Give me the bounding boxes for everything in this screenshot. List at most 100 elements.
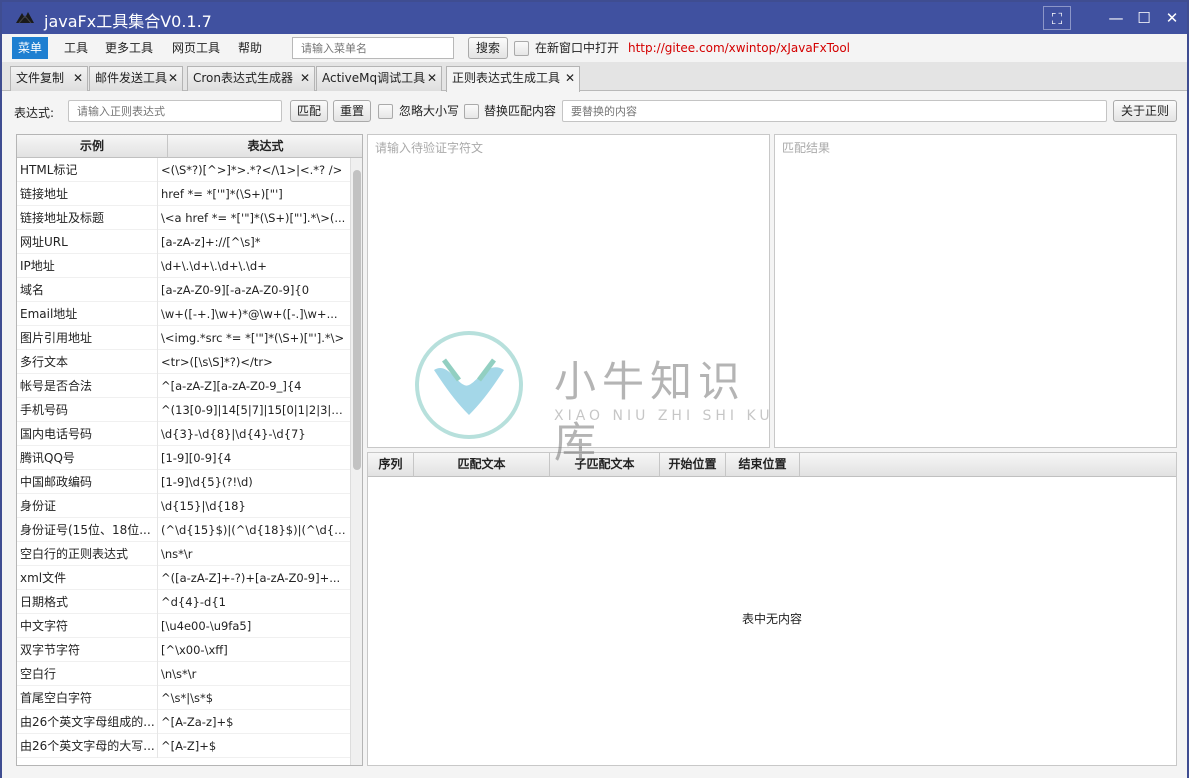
- match-result-placeholder: 匹配结果: [782, 141, 831, 155]
- replace-input[interactable]: [562, 100, 1107, 122]
- tab-label: 文件复制: [16, 71, 65, 85]
- tab-activemq-debug[interactable]: ActiveMq调试工具 ✕: [316, 66, 442, 91]
- ignore-case-label: 忽略大小写: [399, 104, 460, 118]
- app-window: javaFx工具集合V0.1.7 ⛶ — ☐ ✕ 菜单 工具 更多工具 网页工具…: [0, 0, 1189, 778]
- example-name-cell: 日期格式: [20, 595, 69, 609]
- close-icon[interactable]: ✕: [73, 67, 83, 90]
- tab-cron-generator[interactable]: Cron表达式生成器 ✕: [187, 66, 315, 91]
- gitee-link[interactable]: http://gitee.com/xwintop/xJavaFxTool: [628, 41, 850, 55]
- table-row[interactable]: HTML标记 <(\S*?)[^>]*>.*?</\1>|<.*? />: [17, 158, 351, 182]
- expression-input[interactable]: [68, 100, 282, 122]
- table-row[interactable]: 多行文本 <tr>([\s\S]*?)</tr>: [17, 350, 351, 374]
- match-button[interactable]: 匹配: [290, 100, 328, 122]
- table-row[interactable]: 由26个英文字母组成的... ^[A-Za-z]+$: [17, 710, 351, 734]
- example-name-cell: 网址URL: [20, 235, 68, 249]
- tab-label: 正则表达式生成工具: [452, 71, 561, 85]
- table-row[interactable]: 帐号是否合法 ^[a-zA-Z][a-zA-Z0-9_]{4: [17, 374, 351, 398]
- example-expression-cell: [1-9]\d{5}(?!\d): [161, 475, 253, 489]
- table-row[interactable]: 腾讯QQ号 [1-9][0-9]{4: [17, 446, 351, 470]
- new-window-label: 在新窗口中打开: [535, 41, 620, 55]
- table-row[interactable]: 身份证 \d{15}|\d{18}: [17, 494, 351, 518]
- example-expression-cell: [1-9][0-9]{4: [161, 451, 232, 465]
- table-row[interactable]: 空白行的正则表达式 \ns*\r: [17, 542, 351, 566]
- tab-label: 邮件发送工具: [95, 71, 168, 85]
- table-row[interactable]: 图片引用地址 \<img.*src *= *['"]*(\S+)["'].*\>: [17, 326, 351, 350]
- menu-bar: 菜单 工具 更多工具 网页工具 帮助 搜索 在新窗口中打开 http://git…: [2, 34, 1187, 62]
- table-row[interactable]: 首尾空白字符 ^\s*|\s*$: [17, 686, 351, 710]
- example-name-cell: 链接地址: [20, 187, 69, 201]
- table-row[interactable]: 手机号码 ^(13[0-9]|14[5|7]|15[0|1|2|3|5...: [17, 398, 351, 422]
- cell-divider: [157, 614, 158, 638]
- example-expression-cell: (^\d{15}$)|(^\d{18}$)|(^\d{17}(d...: [161, 523, 349, 537]
- close-icon[interactable]: ✕: [300, 67, 310, 90]
- table-row[interactable]: 域名 [a-zA-Z0-9][-a-zA-Z0-9]{0: [17, 278, 351, 302]
- example-expression-cell: href *= *['"]*(\S+)["']: [161, 187, 283, 201]
- examples-scrollbar[interactable]: [350, 158, 362, 765]
- table-row[interactable]: 链接地址及标题 \<a href *= *['"]*(\S+)["'].*\>(.…: [17, 206, 351, 230]
- cell-divider: [157, 182, 158, 206]
- example-expression-cell: ^([a-zA-Z]+-?)+[a-zA-Z0-9]+...: [161, 571, 341, 585]
- scrollbar-thumb[interactable]: [353, 170, 361, 470]
- title-bar: javaFx工具集合V0.1.7 ⛶ — ☐ ✕: [2, 2, 1187, 34]
- cell-divider: [157, 158, 158, 182]
- table-row[interactable]: 身份证号(15位、18位... (^\d{15}$)|(^\d{18}$)|(^\…: [17, 518, 351, 542]
- close-icon[interactable]: ✕: [427, 67, 437, 90]
- tab-regex-generator[interactable]: 正则表达式生成工具 ✕: [446, 66, 580, 92]
- menu-item-menu[interactable]: 菜单: [12, 37, 49, 59]
- about-regex-button[interactable]: 关于正则: [1113, 100, 1177, 122]
- replace-checkbox[interactable]: [464, 104, 479, 119]
- table-row[interactable]: 双字节字符 [^\x00-\xff]: [17, 638, 351, 662]
- example-name-cell: 由26个英文字母组成的...: [20, 715, 155, 729]
- cell-divider: [157, 326, 158, 350]
- menu-item-web-tools[interactable]: 网页工具: [166, 37, 226, 59]
- cell-divider: [157, 734, 158, 758]
- example-expression-cell: \<a href *= *['"]*(\S+)["'].*\>(...: [161, 211, 346, 225]
- column-header-match-text[interactable]: 匹配文本: [414, 453, 550, 477]
- menu-search-button[interactable]: 搜索: [468, 37, 508, 59]
- example-name-cell: 帐号是否合法: [20, 379, 93, 393]
- minimize-button[interactable]: —: [1102, 6, 1130, 30]
- cell-divider: [157, 230, 158, 254]
- tab-file-copy[interactable]: 文件复制 ✕: [10, 66, 88, 91]
- example-name-cell: 首尾空白字符: [20, 691, 93, 705]
- menu-item-help[interactable]: 帮助: [232, 37, 268, 59]
- tab-mail-sender[interactable]: 邮件发送工具 ✕: [89, 66, 183, 91]
- example-expression-cell: [^\x00-\xff]: [161, 643, 228, 657]
- fullscreen-icon[interactable]: ⛶: [1043, 6, 1071, 30]
- reset-button[interactable]: 重置: [333, 100, 371, 122]
- replace-label: 替换匹配内容: [484, 104, 557, 118]
- table-row[interactable]: 链接地址 href *= *['"]*(\S+)["']: [17, 182, 351, 206]
- table-row[interactable]: 中文字符 [\u4e00-\u9fa5]: [17, 614, 351, 638]
- menu-item-more-tools[interactable]: 更多工具: [99, 37, 159, 59]
- close-icon[interactable]: ✕: [565, 67, 575, 90]
- column-header-example[interactable]: 示例: [17, 135, 168, 158]
- table-row[interactable]: 国内电话号码 \d{3}-\d{8}|\d{4}-\d{7}: [17, 422, 351, 446]
- table-row[interactable]: xml文件 ^([a-zA-Z]+-?)+[a-zA-Z0-9]+...: [17, 566, 351, 590]
- table-row[interactable]: 中国邮政编码 [1-9]\d{5}(?!\d): [17, 470, 351, 494]
- column-header-index[interactable]: 序列: [368, 453, 414, 477]
- column-header-filler: [800, 453, 1176, 477]
- maximize-button[interactable]: ☐: [1130, 6, 1158, 30]
- close-window-button[interactable]: ✕: [1158, 6, 1186, 30]
- table-row[interactable]: 由26个英文字母的大写... ^[A-Z]+$: [17, 734, 351, 758]
- column-header-expression[interactable]: 表达式: [168, 135, 362, 158]
- new-window-checkbox[interactable]: [514, 41, 529, 56]
- cell-divider: [157, 302, 158, 326]
- menu-item-tools[interactable]: 工具: [58, 37, 94, 59]
- example-name-cell: 图片引用地址: [20, 331, 93, 345]
- table-row[interactable]: 网址URL [a-zA-z]+://[^\s]*: [17, 230, 351, 254]
- table-row[interactable]: 日期格式 ^d{4}-d{1: [17, 590, 351, 614]
- cell-divider: [157, 278, 158, 302]
- input-text-placeholder: 请输入待验证字符文: [375, 141, 484, 155]
- match-result-area[interactable]: 匹配结果: [774, 134, 1177, 448]
- example-name-cell: xml文件: [20, 571, 67, 585]
- menu-search-input[interactable]: [292, 37, 454, 59]
- table-row[interactable]: 空白行 \n\s*\r: [17, 662, 351, 686]
- tab-label: Cron表达式生成器: [193, 71, 293, 85]
- ignore-case-checkbox[interactable]: [378, 104, 393, 119]
- cell-divider: [157, 374, 158, 398]
- table-row[interactable]: Email地址 \w+([-+.]\w+)*@\w+([-.]\w+...: [17, 302, 351, 326]
- close-icon[interactable]: ✕: [168, 67, 178, 90]
- table-row[interactable]: IP地址 \d+\.\d+\.\d+\.\d+: [17, 254, 351, 278]
- cell-divider: [157, 446, 158, 470]
